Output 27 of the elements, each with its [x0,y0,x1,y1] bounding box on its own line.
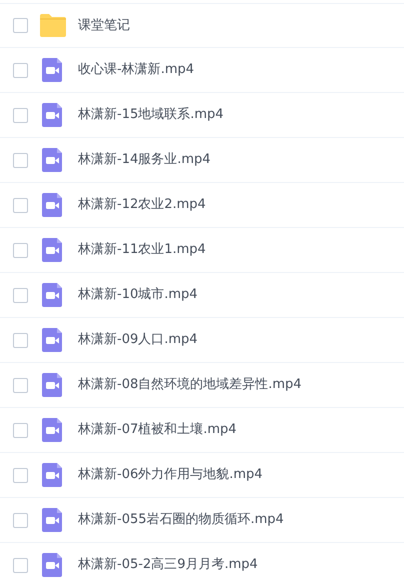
file-name[interactable]: 林潇新-10城市.mp4 [78,285,198,305]
checkbox[interactable] [13,378,28,392]
file-name[interactable]: 林潇新-06外力作用与地貌.mp4 [78,465,263,485]
file-name[interactable]: 林潇新-05-2高三9月月考.mp4 [78,555,258,575]
checkbox[interactable] [13,288,28,302]
checkbox[interactable] [13,198,28,212]
file-name[interactable]: 林潇新-11农业1.mp4 [78,240,206,260]
checkbox[interactable] [13,468,28,482]
checkbox[interactable] [13,242,28,258]
checkbox[interactable] [13,62,28,78]
checkbox[interactable] [13,332,28,348]
file-name[interactable]: 收心课-林潇新.mp4 [78,60,194,80]
checkbox[interactable] [13,152,28,168]
file-name[interactable]: 林潇新-07植被和土壤.mp4 [78,420,237,440]
checkbox[interactable] [13,422,28,438]
file-name[interactable]: 林潇新-055岩石圈的物质循环.mp4 [78,510,284,530]
file-name[interactable]: 林潇新-09人口.mp4 [78,330,198,350]
file-name[interactable]: 林潇新-08自然环境的地域差异性.mp4 [78,375,302,395]
file-name[interactable]: 林潇新-14服务业.mp4 [78,150,211,170]
file-name[interactable]: 课堂笔记 [78,16,130,36]
checkbox[interactable] [13,108,28,122]
checkbox[interactable] [13,558,28,572]
file-name[interactable]: 林潇新-15地域联系.mp4 [78,105,224,125]
checkbox[interactable] [13,18,28,33]
folder-icon [40,12,66,38]
file-name[interactable]: 林潇新-12农业2.mp4 [78,195,206,215]
checkbox[interactable] [13,512,28,528]
